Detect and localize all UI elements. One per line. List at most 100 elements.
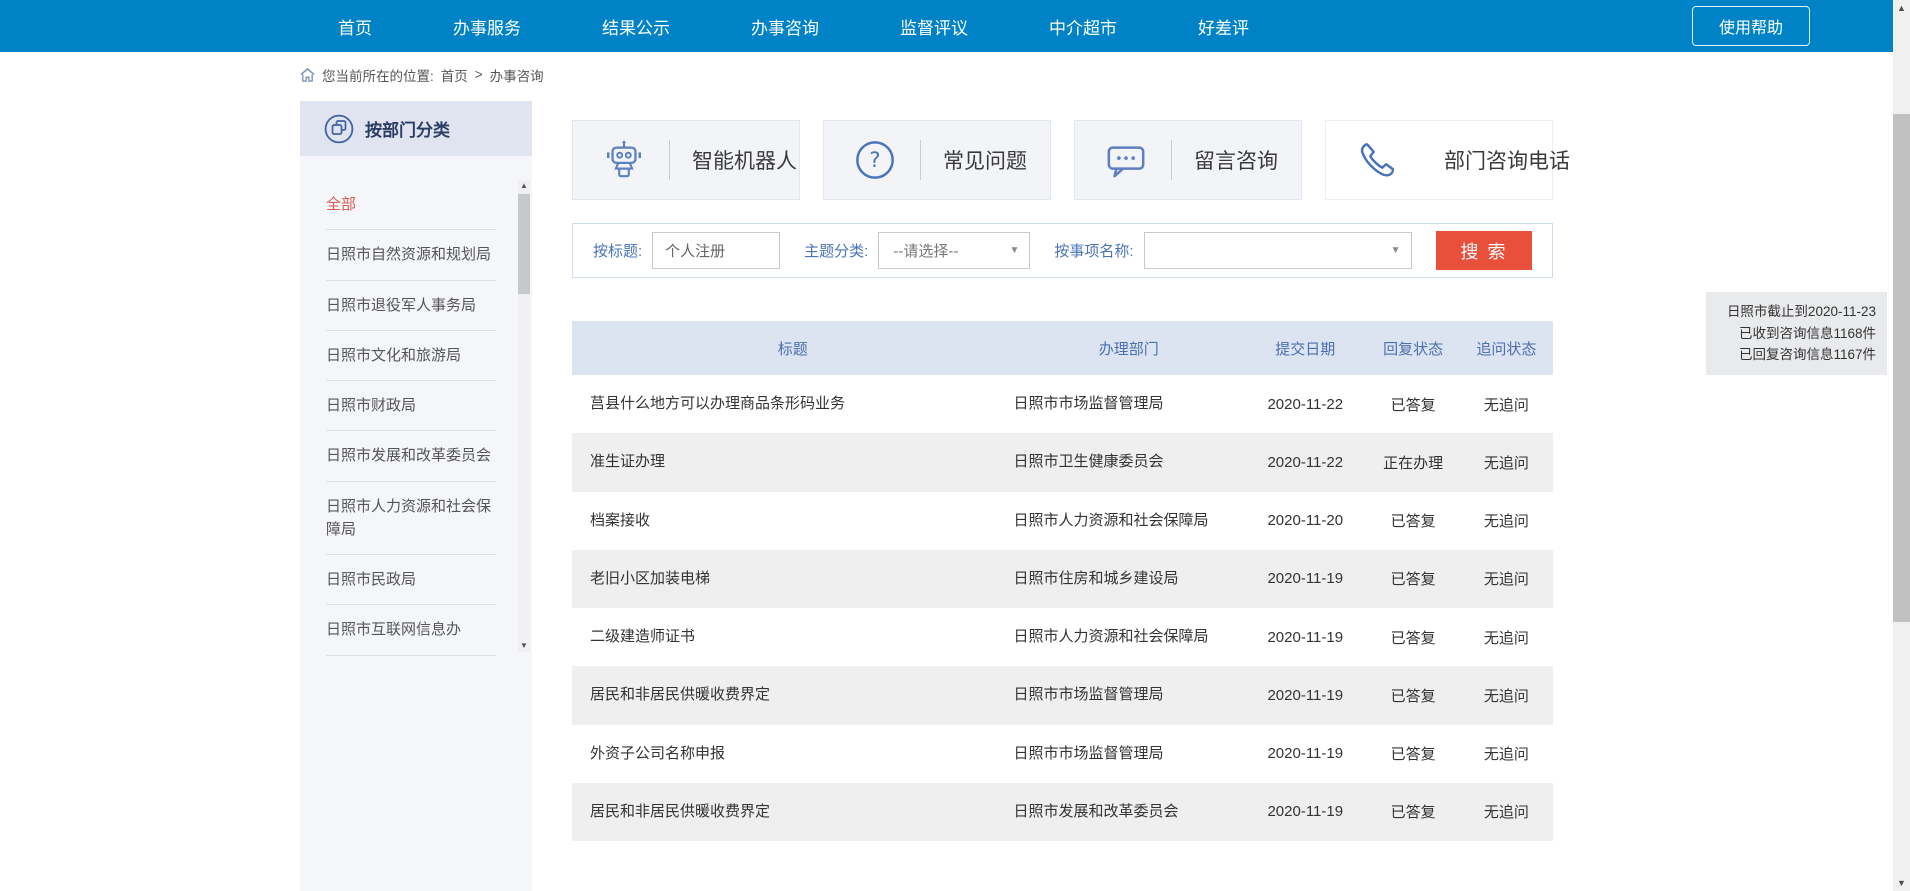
sidebar-scroll-up-icon[interactable]: ▲	[518, 180, 530, 192]
consultation-table: 标题办理部门提交日期回复状态追问状态 莒县什么地方可以办理商品条形码业务日照市市…	[572, 321, 1553, 841]
page-scrollbar[interactable]: ▲ ▼	[1893, 0, 1910, 891]
cell-dept: 日照市市场监督管理局	[1013, 666, 1244, 724]
cell-title[interactable]: 居民和非居民供暖收费界定	[572, 783, 1013, 841]
scroll-up-icon[interactable]: ▲	[1893, 0, 1910, 16]
sidebar-item-0[interactable]: 全部	[326, 180, 496, 230]
sidebar-item-4[interactable]: 日照市财政局	[326, 381, 496, 431]
sidebar-title: 按部门分类	[365, 116, 450, 141]
cell-dept: 日照市发展和改革委员会	[1013, 783, 1244, 841]
quick-link-smart-robot[interactable]: 智能机器人	[572, 120, 800, 200]
cell-follow: 无追问	[1460, 436, 1553, 489]
sidebar-scrollbar-thumb[interactable]	[518, 194, 530, 294]
sidebar-item-1[interactable]: 日照市自然资源和规划局	[326, 230, 496, 280]
nav-item-0[interactable]: 首页	[338, 14, 372, 39]
table-row-4[interactable]: 二级建造师证书日照市人力资源和社会保障局2020-11-19已答复无追问	[572, 608, 1553, 666]
cell-title[interactable]: 档案接收	[572, 492, 1013, 550]
cell-date: 2020-11-19	[1244, 671, 1367, 720]
breadcrumb: 您当前所在的位置: 首页 > 办事咨询	[300, 52, 544, 97]
topic-filter-label: 主题分类:	[804, 240, 868, 261]
cell-dept: 日照市市场监督管理局	[1013, 375, 1244, 433]
cell-follow: 无追问	[1460, 669, 1553, 722]
table-row-7[interactable]: 居民和非居民供暖收费界定日照市发展和改革委员会2020-11-19已答复无追问	[572, 783, 1553, 841]
cell-follow: 无追问	[1460, 727, 1553, 780]
sidebar-item-5[interactable]: 日照市发展和改革委员会	[326, 431, 496, 481]
nav-item-5[interactable]: 中介超市	[1049, 14, 1117, 39]
column-header-3: 回复状态	[1367, 338, 1460, 359]
chevron-down-icon: ▼	[1009, 245, 1019, 256]
quick-links-row: 智能机器人 ? 常见问题 留	[572, 120, 1553, 200]
cell-title[interactable]: 老旧小区加装电梯	[572, 550, 1013, 608]
cell-follow: 无追问	[1460, 785, 1553, 838]
cell-follow: 无追问	[1460, 611, 1553, 664]
quick-link-label: 智能机器人	[692, 145, 797, 175]
cell-title[interactable]: 外资子公司名称申报	[572, 725, 1013, 783]
cell-reply: 已答复	[1367, 611, 1460, 664]
column-header-0: 标题	[572, 338, 1013, 359]
sidebar-scroll-down-icon[interactable]: ▼	[518, 640, 530, 652]
cell-title[interactable]: 莒县什么地方可以办理商品条形码业务	[572, 375, 1013, 433]
divider	[920, 140, 921, 180]
search-button[interactable]: 搜 索	[1436, 231, 1532, 270]
table-header-row: 标题办理部门提交日期回复状态追问状态	[572, 321, 1553, 375]
category-icon	[324, 114, 354, 144]
sidebar-list: 全部日照市自然资源和规划局日照市退役军人事务局日照市文化和旅游局日照市财政局日照…	[300, 180, 532, 656]
topic-select[interactable]: --请选择-- ▼	[878, 232, 1030, 269]
cell-title[interactable]: 准生证办理	[572, 433, 1013, 491]
column-header-1: 办理部门	[1013, 338, 1244, 359]
divider	[1171, 140, 1172, 180]
table-row-1[interactable]: 准生证办理日照市卫生健康委员会2020-11-22正在办理无追问	[572, 433, 1553, 491]
cell-reply: 已答复	[1367, 727, 1460, 780]
sidebar-item-3[interactable]: 日照市文化和旅游局	[326, 331, 496, 381]
cell-dept: 日照市市场监督管理局	[1013, 725, 1244, 783]
table-row-0[interactable]: 莒县什么地方可以办理商品条形码业务日照市市场监督管理局2020-11-22已答复…	[572, 375, 1553, 433]
cell-date: 2020-11-19	[1244, 554, 1367, 603]
question-icon: ?	[852, 137, 898, 183]
quick-link-label: 部门咨询电话	[1444, 145, 1570, 175]
message-icon	[1103, 137, 1149, 183]
quick-link-faq[interactable]: ? 常见问题	[823, 120, 1051, 200]
table-body: 莒县什么地方可以办理商品条形码业务日照市市场监督管理局2020-11-22已答复…	[572, 375, 1553, 841]
cell-reply: 已答复	[1367, 378, 1460, 431]
nav-item-3[interactable]: 办事咨询	[751, 14, 819, 39]
breadcrumb-separator: >	[475, 67, 483, 82]
quick-link-message[interactable]: 留言咨询	[1074, 120, 1302, 200]
cell-reply: 已答复	[1367, 552, 1460, 605]
nav-item-1[interactable]: 办事服务	[453, 14, 521, 39]
cell-date: 2020-11-22	[1244, 438, 1367, 487]
divider	[669, 140, 670, 180]
sidebar-item-7[interactable]: 日照市民政局	[326, 555, 496, 605]
top-nav-bar: 首页 办事服务 结果公示 办事咨询 监督评议 中介超市 好差评 使用帮助	[0, 0, 1893, 52]
sidebar-header: 按部门分类	[300, 101, 532, 156]
search-bar: 按标题: 主题分类: --请选择-- ▼ 按事项名称: ▼ 搜 索	[572, 223, 1553, 278]
cell-dept: 日照市人力资源和社会保障局	[1013, 608, 1244, 666]
topic-select-value: --请选择--	[893, 240, 958, 261]
sidebar-item-2[interactable]: 日照市退役军人事务局	[326, 281, 496, 331]
help-button[interactable]: 使用帮助	[1692, 6, 1810, 46]
table-row-3[interactable]: 老旧小区加装电梯日照市住房和城乡建设局2020-11-19已答复无追问	[572, 550, 1553, 608]
nav-item-2[interactable]: 结果公示	[602, 14, 670, 39]
title-search-input[interactable]	[652, 232, 780, 269]
scroll-down-icon[interactable]: ▼	[1893, 875, 1910, 891]
sidebar-scrollbar[interactable]: ▲ ▼	[518, 180, 530, 652]
page-scrollbar-thumb[interactable]	[1893, 114, 1910, 622]
nav-item-6[interactable]: 好差评	[1198, 14, 1249, 39]
column-header-2: 提交日期	[1244, 338, 1367, 359]
table-row-5[interactable]: 居民和非居民供暖收费界定日照市市场监督管理局2020-11-19已答复无追问	[572, 666, 1553, 724]
quick-link-phone[interactable]: 部门咨询电话	[1325, 120, 1553, 200]
sidebar-item-6[interactable]: 日照市人力资源和社会保障局	[326, 482, 496, 556]
item-name-label: 按事项名称:	[1054, 240, 1133, 261]
column-header-4: 追问状态	[1460, 338, 1553, 359]
home-icon	[300, 68, 315, 82]
breadcrumb-current: 办事咨询	[490, 65, 544, 85]
sidebar-item-8[interactable]: 日照市互联网信息办	[326, 605, 496, 655]
cell-title[interactable]: 二级建造师证书	[572, 608, 1013, 666]
cell-reply: 已答复	[1367, 494, 1460, 547]
cell-follow: 无追问	[1460, 552, 1553, 605]
nav-item-4[interactable]: 监督评议	[900, 14, 968, 39]
table-row-6[interactable]: 外资子公司名称申报日照市市场监督管理局2020-11-19已答复无追问	[572, 725, 1553, 783]
item-name-select[interactable]: ▼	[1144, 232, 1412, 269]
cell-title[interactable]: 居民和非居民供暖收费界定	[572, 666, 1013, 724]
table-row-2[interactable]: 档案接收日照市人力资源和社会保障局2020-11-20已答复无追问	[572, 492, 1553, 550]
breadcrumb-home-link[interactable]: 首页	[441, 65, 468, 85]
robot-icon	[601, 137, 647, 183]
